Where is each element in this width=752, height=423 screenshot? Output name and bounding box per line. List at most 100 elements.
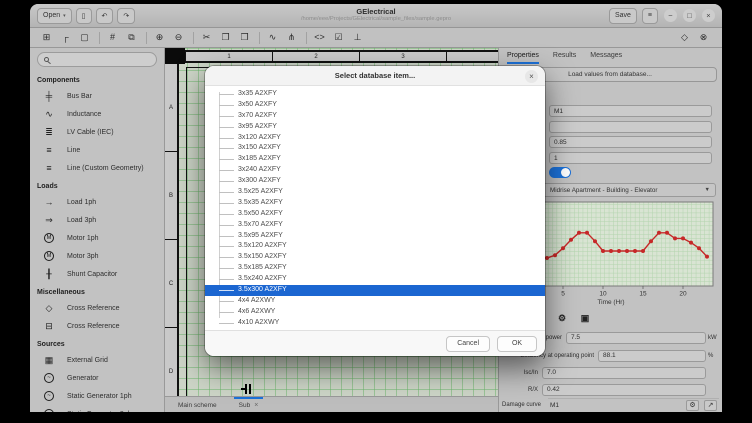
- property-input[interactable]: [542, 383, 706, 396]
- database-item[interactable]: 3x95 A2XFY: [205, 122, 545, 133]
- undo-button[interactable]: ↶: [95, 7, 114, 24]
- scheme-tab-sub[interactable]: Sub ×: [233, 397, 264, 412]
- save-button[interactable]: Save: [608, 7, 637, 24]
- sidebar-item[interactable]: ⊟ Cross Reference: [30, 317, 164, 335]
- ruler-cell: B: [165, 152, 177, 240]
- damage-curve-settings-button[interactable]: ⚙: [686, 399, 699, 411]
- close-tab-icon[interactable]: ×: [254, 402, 258, 409]
- clear-button[interactable]: ⊗: [695, 30, 712, 45]
- copy-button[interactable]: ❐: [217, 30, 234, 45]
- chevron-down-icon: ▾: [63, 12, 66, 19]
- zoom-in-button[interactable]: ⊕: [151, 30, 168, 45]
- ok-button[interactable]: OK: [497, 335, 537, 352]
- insert-reference-button[interactable]: #: [104, 30, 121, 45]
- toolbar-separator: [306, 31, 307, 44]
- search-input[interactable]: [53, 56, 150, 63]
- redo-button[interactable]: ↷: [117, 7, 136, 24]
- line-icon: ≡: [46, 145, 52, 155]
- link-element-button[interactable]: ⧉: [123, 30, 140, 45]
- sidebar-item[interactable]: → Load 1ph: [30, 193, 164, 211]
- scheme-tab-main-scheme[interactable]: Main scheme: [173, 397, 222, 412]
- sidebar-item[interactable]: ⇒ Load 3ph: [30, 211, 164, 229]
- database-item[interactable]: 3.5x70 A2XFY: [205, 220, 545, 231]
- open-button[interactable]: Open ▾: [37, 7, 72, 24]
- code-button[interactable]: <>: [311, 30, 328, 45]
- sidebar-item[interactable]: M Motor 3ph: [30, 247, 164, 265]
- database-item[interactable]: 4x4 A2XWY: [205, 296, 545, 307]
- sidebar-item[interactable]: M Motor 1ph: [30, 229, 164, 247]
- database-item[interactable]: 3.5x50 A2XFY: [205, 209, 545, 220]
- database-item[interactable]: 3.5x95 A2XFY: [205, 231, 545, 242]
- search-box[interactable]: [37, 52, 157, 67]
- database-item[interactable]: 3x240 A2XFY: [205, 165, 545, 176]
- menu-button[interactable]: ≡: [641, 7, 658, 24]
- paste-button[interactable]: ❒: [236, 30, 253, 45]
- app-window: Open ▾ ▯ ↶ ↷ GElectrical /home/eee/Proje…: [30, 4, 722, 412]
- damage-curve-label: Damage curve: [502, 401, 542, 408]
- sidebar-item[interactable]: ~ Static Generator 3ph: [30, 405, 164, 412]
- tab-messages[interactable]: Messages: [590, 48, 622, 64]
- insert-component-button[interactable]: ⊞: [38, 30, 55, 45]
- property-input[interactable]: [598, 349, 706, 362]
- adjust-button[interactable]: ⚙: [555, 311, 569, 325]
- schematic-element[interactable]: [241, 384, 253, 394]
- tab-properties[interactable]: Properties: [507, 48, 539, 64]
- search-icon: [44, 57, 49, 62]
- report-button[interactable]: ☑: [330, 30, 347, 45]
- sidebar-item[interactable]: ~ Generator: [30, 369, 164, 387]
- select-area-button[interactable]: ▢: [76, 30, 93, 45]
- erase-button[interactable]: ◇: [676, 30, 693, 45]
- database-item[interactable]: 3.5x300 A2XFY: [205, 285, 545, 296]
- sidebar-item[interactable]: ╪ Bus Bar: [30, 87, 164, 105]
- damage-curve-expand-button[interactable]: ↗: [704, 399, 717, 411]
- database-item[interactable]: 3x185 A2XFY: [205, 154, 545, 165]
- database-item[interactable]: 3x300 A2XFY: [205, 176, 545, 187]
- cut-button[interactable]: ✂: [198, 30, 215, 45]
- sidebar-item[interactable]: ▦ External Grid: [30, 351, 164, 369]
- sidebar-item[interactable]: ≣ LV Cable (IEC): [30, 123, 164, 141]
- database-item[interactable]: 3x150 A2XFY: [205, 143, 545, 154]
- power-factor-field[interactable]: [549, 136, 712, 148]
- units-field[interactable]: [549, 152, 712, 164]
- sidebar-item[interactable]: ~ Static Generator 1ph: [30, 387, 164, 405]
- plot-button[interactable]: ∿: [264, 30, 281, 45]
- database-item[interactable]: 3.5x25 A2XFY: [205, 187, 545, 198]
- sidebar-item[interactable]: ≡ Line (Custom Geometry): [30, 159, 164, 177]
- toggle-switch[interactable]: [549, 167, 571, 178]
- database-item[interactable]: 3x50 A2XFY: [205, 100, 545, 111]
- sidebar-item[interactable]: ∿ Inductance: [30, 105, 164, 123]
- database-item[interactable]: 3.5x35 A2XFY: [205, 198, 545, 209]
- database-item[interactable]: 3.5x150 A2XFY: [205, 252, 545, 263]
- database-item[interactable]: 3x35 A2XFY: [205, 89, 545, 100]
- sidebar-item[interactable]: ≡ Line: [30, 141, 164, 159]
- database-item[interactable]: 4x10 A2XWY: [205, 318, 545, 329]
- close-button[interactable]: ×: [702, 9, 715, 22]
- ground-button[interactable]: ⊥: [349, 30, 366, 45]
- zoom-out-button[interactable]: ⊖: [170, 30, 187, 45]
- database-item[interactable]: 3x120 A2XFY: [205, 133, 545, 144]
- minimize-button[interactable]: −: [664, 9, 677, 22]
- property-input[interactable]: [542, 366, 706, 379]
- save-plot-button[interactable]: ▣: [578, 311, 592, 325]
- sidebar-item-label: Static Generator 3ph: [67, 411, 132, 413]
- text-field[interactable]: [549, 121, 712, 133]
- database-item-list: 3x35 A2XFY 3x50 A2XFY 3x70 A2XFY 3x95 A2XFY…: [205, 86, 545, 330]
- database-item-label: 3x50 A2XFY: [238, 100, 277, 108]
- designation-field[interactable]: [549, 105, 712, 117]
- sidebar-item[interactable]: ╂ Shunt Capacitor: [30, 265, 164, 283]
- sidebar-item[interactable]: ◇ Cross Reference: [30, 299, 164, 317]
- database-item[interactable]: 3.5x240 A2XFY: [205, 274, 545, 285]
- network-analysis-button[interactable]: ⋔: [283, 30, 300, 45]
- maximize-button[interactable]: □: [683, 9, 696, 22]
- draw-wire-button[interactable]: ┌: [57, 30, 74, 45]
- database-item[interactable]: 3.5x185 A2XFY: [205, 263, 545, 274]
- dialog-close-button[interactable]: ×: [525, 69, 538, 83]
- damage-curve-value: M1: [550, 401, 560, 409]
- database-item[interactable]: 3.5x120 A2XFY: [205, 241, 545, 252]
- new-file-button[interactable]: ▯: [75, 7, 92, 24]
- property-input[interactable]: [566, 331, 706, 344]
- tab-results[interactable]: Results: [553, 48, 576, 64]
- cancel-button[interactable]: Cancel: [446, 335, 490, 352]
- database-item[interactable]: 4x6 A2XWY: [205, 307, 545, 318]
- database-item[interactable]: 3x70 A2XFY: [205, 111, 545, 122]
